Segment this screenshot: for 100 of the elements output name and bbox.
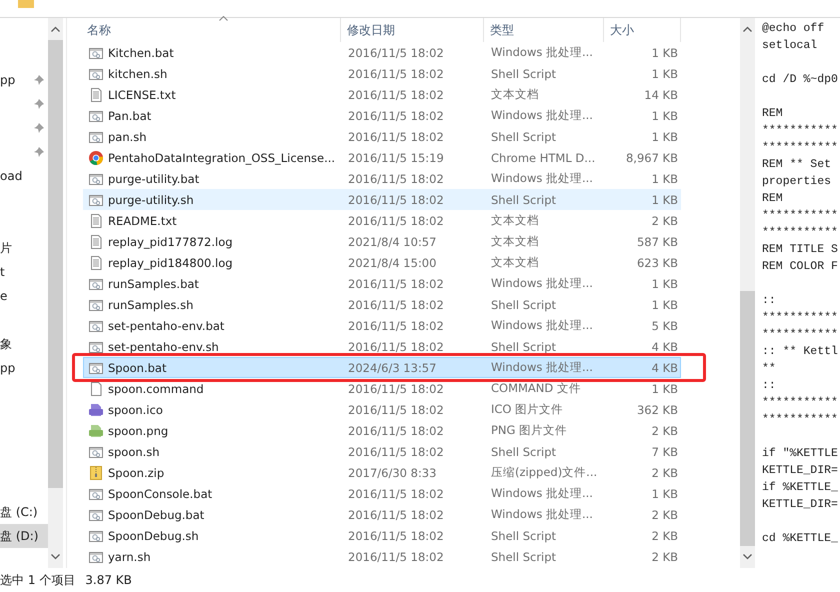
- file-row[interactable]: spoon.png 2016/11/5 18:02 PNG 图片文件 2 KB: [83, 420, 681, 441]
- code-line: ***********: [762, 395, 838, 411]
- scroll-down-icon[interactable]: [743, 554, 752, 560]
- nav-item[interactable]: e: [0, 284, 48, 308]
- file-row[interactable]: purge-utility.bat 2016/11/5 18:02 Windows 批处理... 1 KB: [83, 168, 681, 189]
- file-row[interactable]: replay_pid184800.log 2021/8/4 15:00 文本文档 623 KB: [83, 252, 681, 273]
- column-header[interactable]: 类型: [484, 18, 604, 42]
- column-header[interactable]: 修改日期: [341, 18, 484, 42]
- nav-item[interactable]: 象: [0, 332, 48, 356]
- file-row[interactable]: replay_pid177872.log 2021/8/4 10:57 文本文档 587 KB: [83, 231, 681, 252]
- column-header[interactable]: 大小: [604, 18, 681, 42]
- scroll-up-icon[interactable]: [51, 26, 60, 32]
- code-line: ***********: [762, 140, 838, 156]
- file-date: 2021/8/4 15:00: [347, 256, 438, 270]
- file-row[interactable]: spoon.ico 2016/11/5 18:02 ICO 图片文件 362 KB: [83, 399, 681, 420]
- file-date: 2016/11/5 18:02: [347, 340, 445, 354]
- file-type: Shell Script: [490, 444, 558, 458]
- file-size: 587 KB: [636, 234, 678, 248]
- file-type: 文本文档: [490, 234, 540, 249]
- file-size: 1 KB: [650, 172, 678, 186]
- file-row[interactable]: spoon.command 2016/11/5 18:02 COMMAND 文件 1 KB: [83, 378, 681, 399]
- file-date: 2016/11/5 18:02: [347, 508, 445, 522]
- file-size: 1 KB: [650, 46, 678, 60]
- zip-folder-icon: [88, 464, 104, 480]
- file-name: replay_pid177872.log: [108, 234, 233, 248]
- code-line: ***********: [762, 123, 838, 139]
- scrollbar[interactable]: [48, 18, 63, 568]
- file-type: Shell Script: [490, 528, 558, 542]
- code-line: :: ** Kettl: [762, 344, 838, 360]
- file-row[interactable]: SpoonConsole.bat 2016/11/5 18:02 Windows 批处理... 1 KB: [83, 483, 681, 504]
- file-date: 2016/11/5 18:02: [347, 298, 445, 312]
- file-name: replay_pid184800.log: [108, 256, 233, 270]
- file-date: 2016/11/5 18:02: [347, 130, 445, 144]
- scroll-down-icon[interactable]: [51, 554, 60, 560]
- file-row[interactable]: set-pentaho-env.sh 2016/11/5 18:02 Shell Script 4 KB: [83, 336, 681, 357]
- code-line: @echo off: [762, 21, 824, 37]
- file-date: 2016/11/5 18:02: [347, 402, 445, 416]
- file-row[interactable]: pan.sh 2016/11/5 18:02 Shell Script 1 KB: [83, 126, 681, 147]
- file-name: Spoon.bat: [108, 360, 166, 374]
- address-bar[interactable]: [0, 0, 840, 18]
- file-size: 362 KB: [636, 402, 678, 416]
- nav-item[interactable]: pp: [0, 68, 48, 92]
- nav-item[interactable]: 盘 (D:): [0, 524, 48, 548]
- nav-item[interactable]: 片: [0, 236, 48, 260]
- file-row[interactable]: SpoonDebug.bat 2016/11/5 18:02 Windows 批处理... 2 KB: [83, 504, 681, 525]
- file-row[interactable]: LICENSE.txt 2016/11/5 18:02 文本文档 14 KB: [83, 84, 681, 105]
- sort-up-icon: [219, 16, 228, 21]
- file-type: ICO 图片文件: [490, 402, 564, 417]
- file-date: 2016/11/5 18:02: [347, 486, 445, 500]
- file-size: 14 KB: [643, 88, 678, 102]
- file-type: Windows 批处理...: [490, 45, 594, 60]
- file-name: set-pentaho-env.bat: [108, 318, 224, 332]
- file-row[interactable]: purge-utility.sh 2016/11/5 18:02 Shell Script 1 KB: [83, 189, 681, 210]
- file-row[interactable]: PentahoDataIntegration_OSS_License... 2016/11/5 15:19 Chrome HTML D... 8,967 KB: [83, 147, 681, 168]
- file-name: PentahoDataIntegration_OSS_License...: [108, 150, 336, 164]
- file-date: 2016/11/5 18:02: [347, 444, 445, 458]
- file-row[interactable]: runSamples.bat 2016/11/5 18:02 Windows 批处理... 1 KB: [83, 273, 681, 294]
- image-file-icon: [88, 422, 104, 438]
- file-size: 1 KB: [650, 298, 678, 312]
- file-size: 4 KB: [650, 360, 678, 374]
- nav-item[interactable]: oad: [0, 164, 48, 188]
- file-date: 2016/11/5 18:02: [347, 550, 445, 564]
- code-line: REM: [762, 191, 783, 207]
- file-row[interactable]: Pan.bat 2016/11/5 18:02 Windows 批处理... 1 KB: [83, 105, 681, 126]
- file-row[interactable]: Spoon.bat 2024/6/3 13:57 Windows 批处理... 4 KB: [83, 357, 681, 378]
- code-line: setlocal: [762, 38, 818, 54]
- file-size: 7 KB: [650, 444, 678, 458]
- code-line: KETTLE_DIR=: [762, 497, 838, 513]
- file-size: 2 KB: [650, 214, 678, 228]
- code-line: properties: [762, 174, 832, 190]
- column-header[interactable]: 名称: [81, 18, 341, 42]
- file-size: 2 KB: [650, 466, 678, 480]
- file-date: 2016/11/5 18:02: [347, 192, 445, 206]
- text-file-icon: [88, 254, 104, 270]
- nav-item[interactable]: t: [0, 260, 48, 284]
- file-row[interactable]: Kitchen.bat 2016/11/5 18:02 Windows 批处理... 1 KB: [83, 42, 681, 63]
- file-row[interactable]: Spoon.zip 2017/6/30 8:33 压缩(zipped)文件... 2 KB: [83, 462, 681, 483]
- code-line: ***********: [762, 225, 838, 241]
- file-type: Shell Script: [490, 340, 558, 354]
- file-type: Shell Script: [490, 130, 558, 144]
- selection-size: 3.87 KB: [85, 573, 132, 587]
- file-row[interactable]: spoon.sh 2016/11/5 18:02 Shell Script 7 KB: [83, 441, 681, 462]
- nav-item[interactable]: pp: [0, 356, 48, 380]
- file-size: 5 KB: [650, 318, 678, 332]
- file-size: 1 KB: [650, 130, 678, 144]
- file-row[interactable]: kitchen.sh 2016/11/5 18:02 Shell Script 1 KB: [83, 63, 681, 84]
- file-row[interactable]: yarn.sh 2016/11/5 18:02 Shell Script 2 KB: [83, 546, 681, 567]
- scroll-up-icon[interactable]: [743, 26, 752, 32]
- file-type: 压缩(zipped)文件...: [490, 465, 598, 480]
- file-row[interactable]: SpoonDebug.sh 2016/11/5 18:02 Shell Script 2 KB: [83, 525, 681, 546]
- nav-item[interactable]: 盘 (C:): [0, 500, 48, 524]
- file-row[interactable]: runSamples.sh 2016/11/5 18:02 Shell Script 1 KB: [83, 294, 681, 315]
- file-row[interactable]: README.txt 2016/11/5 18:02 文本文档 2 KB: [83, 210, 681, 231]
- file-name: runSamples.sh: [108, 298, 194, 312]
- file-date: 2016/11/5 18:02: [347, 88, 445, 102]
- file-type: Windows 批处理...: [490, 171, 594, 186]
- file-name: SpoonConsole.bat: [108, 486, 212, 500]
- scrollbar[interactable]: [740, 18, 755, 568]
- file-date: 2016/11/5 18:02: [347, 214, 445, 228]
- file-row[interactable]: set-pentaho-env.bat 2016/11/5 18:02 Windows 批处理... 5 KB: [83, 315, 681, 336]
